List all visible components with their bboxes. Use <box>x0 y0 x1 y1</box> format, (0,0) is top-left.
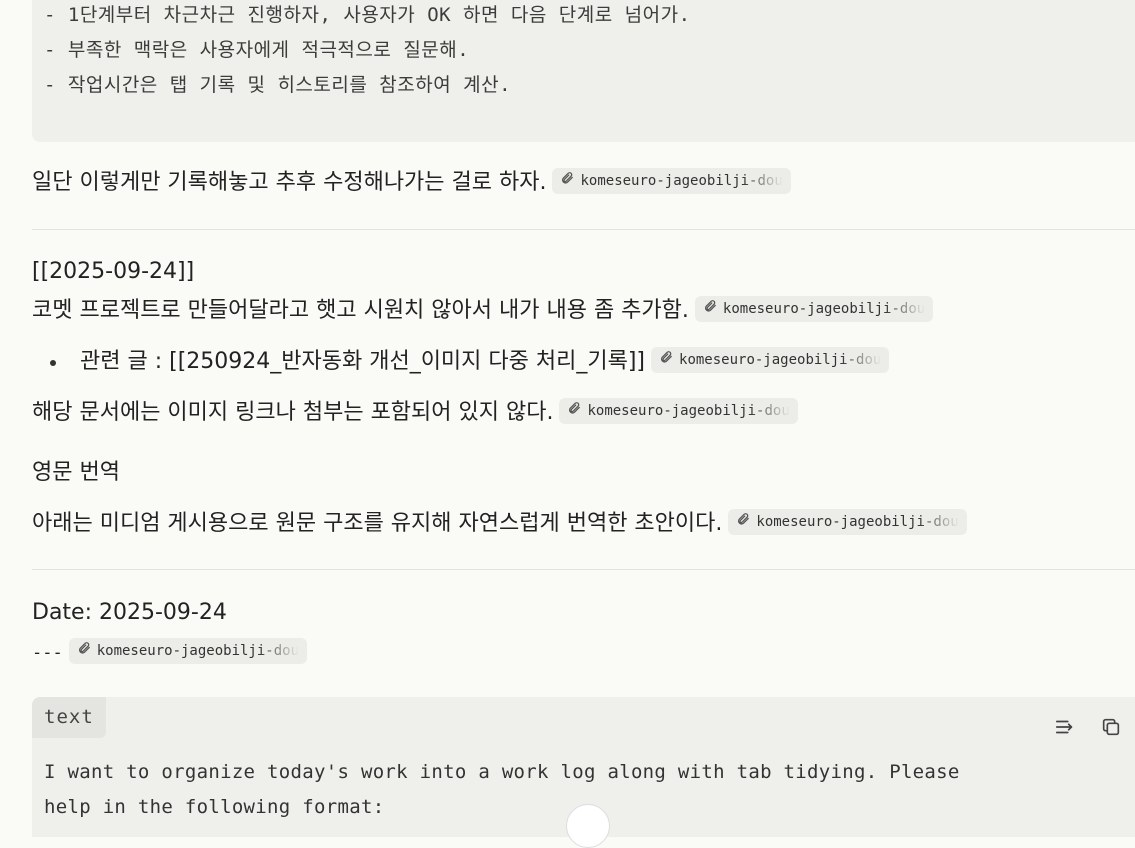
code-line: help in the following format: <box>44 796 385 818</box>
paragraph: 해당 문서에는 이미지 링크나 첨부는 포함되어 있지 않다. komeseur… <box>32 398 798 428</box>
note-text: 일단 이렇게만 기록해놓고 추후 수정해나가는 걸로 하자. <box>32 170 547 195</box>
paragraph-text: 코멧 프로젝트로 만들어달라고 햇고 시원치 않아서 내가 내용 좀 추가함. <box>32 298 689 323</box>
list-item: 관련 글 : [[250924_반자동화 개선_이미지 다중 처리_기록]] k… <box>80 347 890 377</box>
copy-icon[interactable] <box>1099 715 1123 739</box>
source-chip[interactable]: komeseuro-jageobilji-dou <box>728 509 967 535</box>
date-link[interactable]: [[2025-09-24]] <box>32 257 194 287</box>
chip-label: komeseuro-jageobilji-dou <box>96 643 300 659</box>
code-line: - 부족한 맥락은 사용자에게 적극적으로 질문해. <box>44 39 470 61</box>
list-item-text: 관련 글 : [[250924_반자동화 개선_이미지 다중 처리_기록]] <box>80 349 646 374</box>
code-line: - 작업시간은 탭 기록 및 히스토리를 참조하여 계산. <box>44 74 512 96</box>
code-content: I want to organize today's work into a w… <box>44 755 960 825</box>
paperclip-icon <box>560 168 574 194</box>
code-line: - 1단계부터 차근차근 진행하자, 사용자가 OK 하면 다음 단계로 넘어가… <box>44 4 691 26</box>
paperclip-icon <box>736 509 750 535</box>
heading-text: 영문 번역 <box>32 460 120 485</box>
paragraph: 코멧 프로젝트로 만들어달라고 햇고 시원치 않아서 내가 내용 좀 추가함. … <box>32 296 934 326</box>
code-language-label: text <box>32 697 106 738</box>
note-paragraph: 일단 이렇게만 기록해놓고 추후 수정해나가는 걸로 하자. komeseuro… <box>32 168 791 198</box>
paperclip-icon <box>659 347 673 373</box>
paperclip-icon <box>703 296 717 322</box>
source-chip[interactable]: komeseuro-jageobilji-dou <box>694 296 934 322</box>
source-chip[interactable]: komeseuro-jageobilji-dou <box>559 398 798 424</box>
divider <box>32 229 1135 230</box>
source-chip[interactable]: komeseuro-jageobilji-dou <box>552 168 791 194</box>
paragraph-text: 해당 문서에는 이미지 링크나 첨부는 포함되어 있지 않다. <box>32 400 554 425</box>
paragraph: 아래는 미디엄 게시용으로 원문 구조를 유지해 자연스럽게 번역한 초안이다.… <box>32 509 967 539</box>
source-chip[interactable]: komeseuro-jageobilji-dou <box>651 347 890 373</box>
scroll-down-button[interactable] <box>566 804 610 848</box>
code-line: I want to organize today's work into a w… <box>44 761 960 783</box>
bullet-marker <box>50 360 56 366</box>
chip-label: komeseuro-jageobilji-dou <box>587 403 790 419</box>
date-line-text: Date: 2025-09-24 <box>32 600 227 625</box>
separator-line: --- komeseuro-jageobilji-dou <box>32 638 308 668</box>
code-block-top: - 1단계부터 차근차근 진행하자, 사용자가 OK 하면 다음 단계로 넘어가… <box>32 0 1135 142</box>
code-toolbar <box>1053 715 1123 739</box>
chip-label: komeseuro-jageobilji-dou <box>580 173 783 189</box>
divider <box>32 569 1135 570</box>
chip-label: komeseuro-jageobilji-dou <box>679 352 882 368</box>
source-chip[interactable]: komeseuro-jageobilji-dou <box>68 638 308 664</box>
chip-label: komeseuro-jageobilji-dou <box>722 301 926 317</box>
paperclip-icon <box>77 638 91 664</box>
wrap-lines-icon[interactable] <box>1053 715 1077 739</box>
paperclip-icon <box>567 398 581 424</box>
date-line: Date: 2025-09-24 <box>32 598 227 628</box>
section-heading: 영문 번역 <box>32 458 120 488</box>
date-link-text[interactable]: [[2025-09-24]] <box>32 259 194 284</box>
chip-label: komeseuro-jageobilji-dou <box>756 514 959 530</box>
paragraph-text: 아래는 미디엄 게시용으로 원문 구조를 유지해 자연스럽게 번역한 초안이다. <box>32 511 723 536</box>
separator-text: --- <box>32 643 63 663</box>
